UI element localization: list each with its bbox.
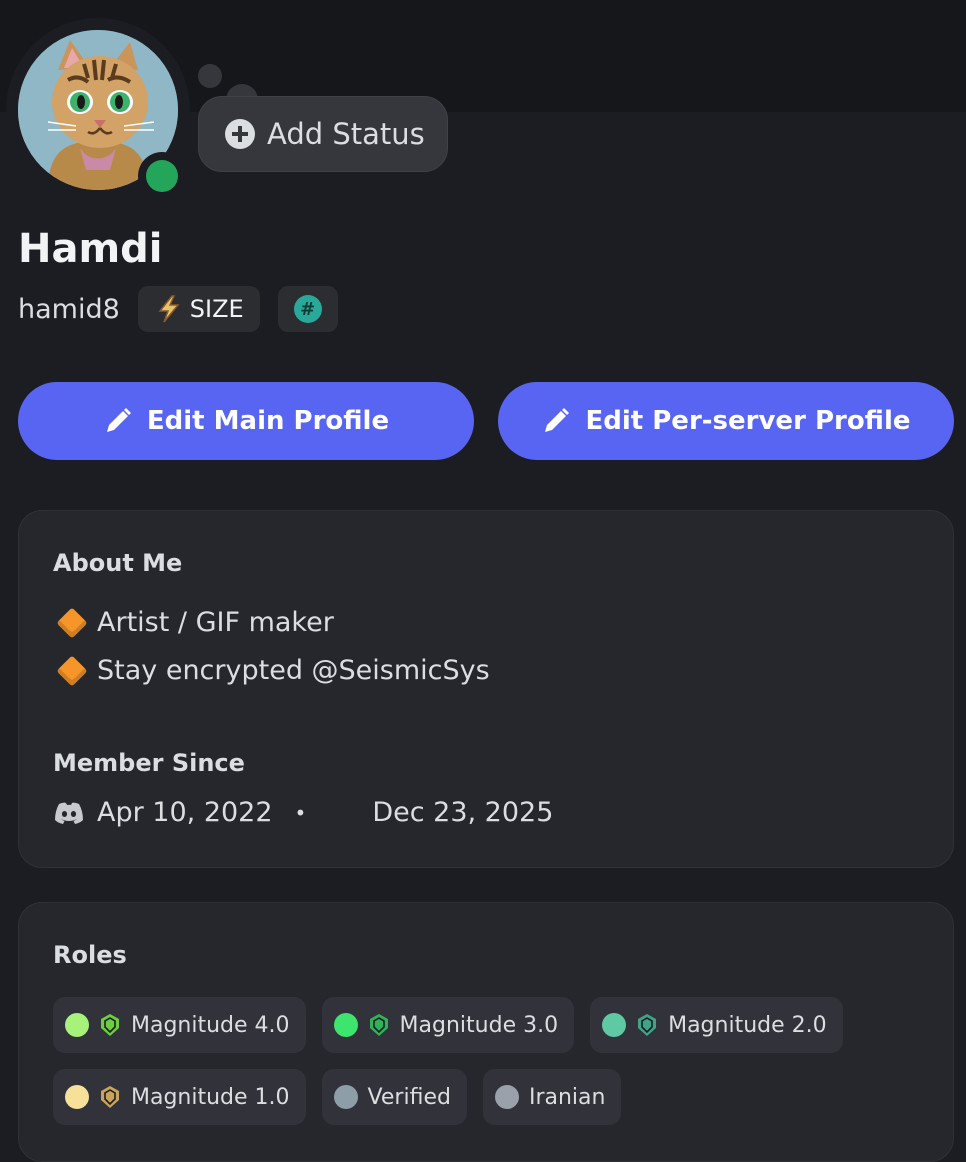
orange-diamond-icon (56, 654, 88, 687)
edit-main-profile-button[interactable]: Edit Main Profile (18, 382, 474, 460)
role-color-dot (65, 1013, 89, 1037)
add-status-label: Add Status (267, 117, 425, 151)
hashtag-badge[interactable]: # (277, 286, 338, 332)
roles-card: Roles Magnitude 4.0 Magnitude 3.0 Magnitud… (18, 902, 954, 1162)
about-line-text: Stay encrypted @SeismicSys (97, 655, 490, 686)
role-pill[interactable]: Magnitude 4.0 (53, 997, 306, 1053)
discord-member-date: Apr 10, 2022 (97, 797, 273, 828)
discord-logo-icon (55, 802, 83, 824)
member-since-row: Apr 10, 2022 • Dec 23, 2025 (53, 797, 553, 828)
seismic-badge-icon (101, 1086, 119, 1108)
role-name: Magnitude 1.0 (131, 1084, 290, 1110)
seismic-badge-icon (101, 1014, 119, 1036)
role-name: Magnitude 3.0 (399, 1012, 559, 1038)
date-separator: • (294, 800, 307, 825)
status-bubble-small (198, 64, 222, 88)
username-row: hamid8 SIZE # (18, 286, 338, 332)
role-color-dot (65, 1085, 89, 1109)
add-status-button[interactable]: Add Status (198, 96, 448, 172)
role-pill[interactable]: Iranian (482, 1069, 622, 1125)
roles-list: Magnitude 4.0 Magnitude 3.0 Magnitude 2.0 M… (53, 997, 933, 1125)
about-me-title: About Me (53, 549, 183, 577)
role-pill[interactable]: Magnitude 1.0 (53, 1069, 306, 1125)
role-color-dot (602, 1013, 627, 1037)
about-me-card: About Me Artist / GIF maker Stay encrypt… (18, 510, 954, 868)
role-pill[interactable]: Verified (321, 1069, 467, 1125)
server-tag-label: SIZE (189, 295, 244, 323)
role-name: Verified (367, 1084, 451, 1110)
role-color-dot (494, 1085, 519, 1109)
display-name: Hamdi (18, 226, 163, 272)
role-color-dot (333, 1085, 358, 1109)
about-line: Stay encrypted @SeismicSys (53, 654, 490, 687)
online-status-indicator (146, 160, 178, 192)
seismic-badge-icon (638, 1014, 657, 1036)
edit-per-server-profile-button[interactable]: Edit Per-server Profile (498, 382, 954, 460)
role-color-dot (333, 1013, 358, 1037)
roles-title: Roles (53, 941, 127, 969)
role-name: Iranian (528, 1084, 606, 1110)
role-pill[interactable]: Magnitude 2.0 (590, 997, 843, 1053)
about-line-text: Artist / GIF maker (97, 607, 334, 638)
hashtag-icon: # (293, 295, 322, 323)
seismic-badge-icon (369, 1014, 388, 1036)
server-member-date: Dec 23, 2025 (372, 797, 554, 828)
plus-circle-icon (225, 119, 255, 149)
role-name: Magnitude 2.0 (668, 1012, 827, 1038)
pencil-icon (106, 408, 131, 432)
member-since-title: Member Since (53, 749, 245, 777)
role-name: Magnitude 4.0 (131, 1012, 290, 1038)
username[interactable]: hamid8 (18, 294, 120, 325)
role-pill[interactable]: Magnitude 3.0 (321, 997, 575, 1053)
pencil-icon (545, 408, 570, 432)
edit-per-server-profile-label: Edit Per-server Profile (585, 406, 911, 436)
edit-main-profile-label: Edit Main Profile (146, 406, 390, 436)
about-line: Artist / GIF maker (53, 606, 334, 639)
lightning-bolt-icon (158, 295, 180, 323)
orange-diamond-icon (56, 606, 88, 639)
server-tag[interactable]: SIZE (137, 286, 260, 332)
